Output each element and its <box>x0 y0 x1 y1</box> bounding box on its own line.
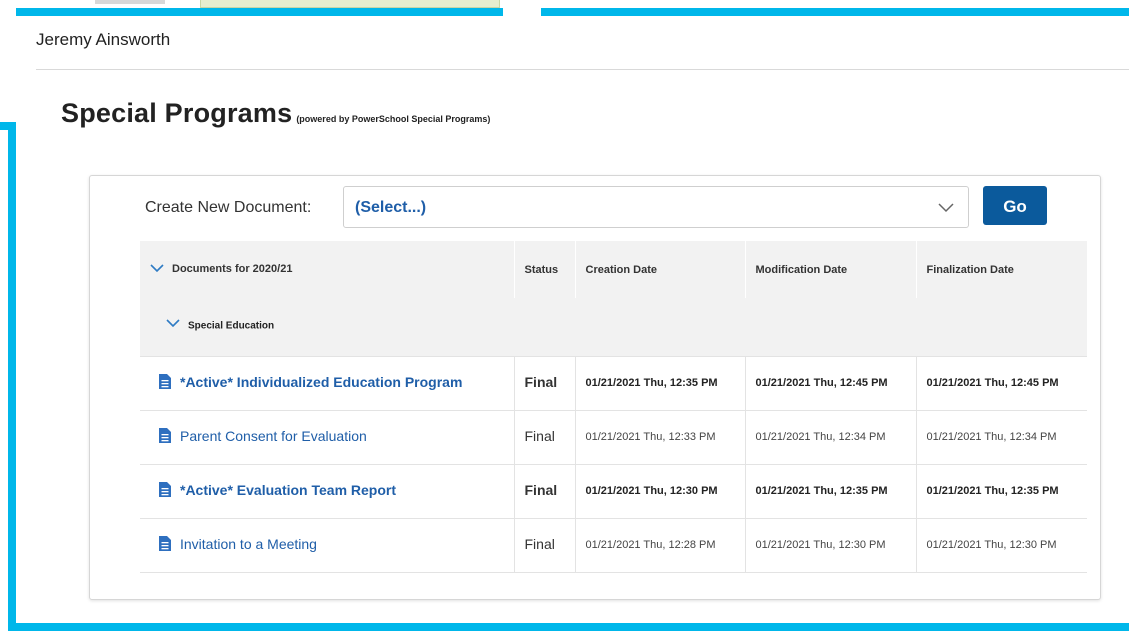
group-row-special-education[interactable]: Special Education <box>140 298 1087 357</box>
status-text: Final <box>524 374 558 390</box>
modification-date-cell: 01/21/2021 Thu, 12:34 PM <box>745 410 917 465</box>
cropped-previous-banner <box>200 0 500 8</box>
column-header-modification-date: Modification Date <box>745 241 917 298</box>
column-header-finalization-date: Finalization Date <box>916 241 1088 298</box>
table-header-row: Documents for 2020/21 Status Creation Da… <box>140 241 1088 298</box>
document-icon <box>158 373 172 392</box>
column-header-documents-label: Documents for 2020/21 <box>172 263 293 276</box>
document-link[interactable]: *Active* Individualized Education Progra… <box>154 373 462 392</box>
status-text: Final <box>524 482 558 498</box>
table-row: *Active* Evaluation Team Report Final 01… <box>140 464 1087 519</box>
group-cell: Special Education <box>140 298 1087 357</box>
status-text: Final <box>524 536 555 552</box>
page-title-main: Special Programs <box>61 98 293 128</box>
finalization-date-cell: 01/21/2021 Thu, 12:35 PM <box>916 464 1087 519</box>
page-title: Special Programs (powered by PowerSchool … <box>61 98 490 129</box>
document-cell: *Active* Evaluation Team Report <box>140 464 515 519</box>
create-document-select[interactable]: (Select...) <box>343 186 969 228</box>
chevron-down-icon[interactable] <box>150 263 164 276</box>
status-cell: Final <box>514 410 576 465</box>
column-header-creation-date: Creation Date <box>575 241 746 298</box>
documents-table: Documents for 2020/21 Status Creation Da… <box>140 241 1088 573</box>
document-link[interactable]: Invitation to a Meeting <box>154 535 317 554</box>
chevron-down-icon <box>938 200 954 218</box>
document-name: *Active* Individualized Education Progra… <box>180 374 463 390</box>
highlight-frame-stub <box>0 122 16 130</box>
create-document-selected-value: (Select...) <box>355 199 427 216</box>
create-document-label: Create New Document: <box>145 199 312 216</box>
highlight-frame-gap <box>503 0 541 16</box>
student-name: Jeremy Ainsworth <box>36 30 171 49</box>
document-cell: Invitation to a Meeting <box>140 518 515 573</box>
status-cell: Final <box>514 464 576 519</box>
document-link[interactable]: Parent Consent for Evaluation <box>154 427 367 446</box>
creation-date-cell: 01/21/2021 Thu, 12:28 PM <box>575 518 746 573</box>
column-header-documents[interactable]: Documents for 2020/21 <box>140 241 515 298</box>
status-cell: Final <box>514 356 576 411</box>
finalization-date-cell: 01/21/2021 Thu, 12:34 PM <box>916 410 1087 465</box>
page-title-subtitle: (powered by PowerSchool Special Programs… <box>296 114 491 124</box>
creation-date-cell: 01/21/2021 Thu, 12:30 PM <box>575 464 746 519</box>
finalization-date-cell: 01/21/2021 Thu, 12:30 PM <box>916 518 1087 573</box>
document-icon <box>158 535 172 554</box>
cropped-previous-element <box>95 0 165 4</box>
document-cell: Parent Consent for Evaluation <box>140 410 515 465</box>
document-name: Invitation to a Meeting <box>180 536 317 552</box>
table-row: *Active* Individualized Education Progra… <box>140 356 1087 411</box>
group-label: Special Education <box>188 321 275 333</box>
status-cell: Final <box>514 518 576 573</box>
creation-date-cell: 01/21/2021 Thu, 12:35 PM <box>575 356 746 411</box>
header-divider <box>36 69 1129 70</box>
document-cell: *Active* Individualized Education Progra… <box>140 356 515 411</box>
modification-date-cell: 01/21/2021 Thu, 12:45 PM <box>745 356 917 411</box>
document-icon <box>158 481 172 500</box>
modification-date-cell: 01/21/2021 Thu, 12:30 PM <box>745 518 917 573</box>
table-row: Parent Consent for Evaluation Final 01/2… <box>140 410 1087 465</box>
finalization-date-cell: 01/21/2021 Thu, 12:45 PM <box>916 356 1087 411</box>
table-row: Invitation to a Meeting Final 01/21/2021… <box>140 518 1087 573</box>
creation-date-cell: 01/21/2021 Thu, 12:33 PM <box>575 410 746 465</box>
chevron-down-icon[interactable] <box>166 319 180 333</box>
document-link[interactable]: *Active* Evaluation Team Report <box>154 481 396 500</box>
document-name: Parent Consent for Evaluation <box>180 428 367 444</box>
status-text: Final <box>524 428 555 444</box>
column-header-status: Status <box>514 241 576 298</box>
modification-date-cell: 01/21/2021 Thu, 12:35 PM <box>745 464 917 519</box>
screenshot-canvas: Jeremy Ainsworth Special Programs (powere… <box>0 0 1129 635</box>
document-icon <box>158 427 172 446</box>
document-name: *Active* Evaluation Team Report <box>180 482 397 498</box>
highlight-frame-gap-left <box>8 8 16 122</box>
go-button[interactable]: Go <box>983 186 1047 225</box>
